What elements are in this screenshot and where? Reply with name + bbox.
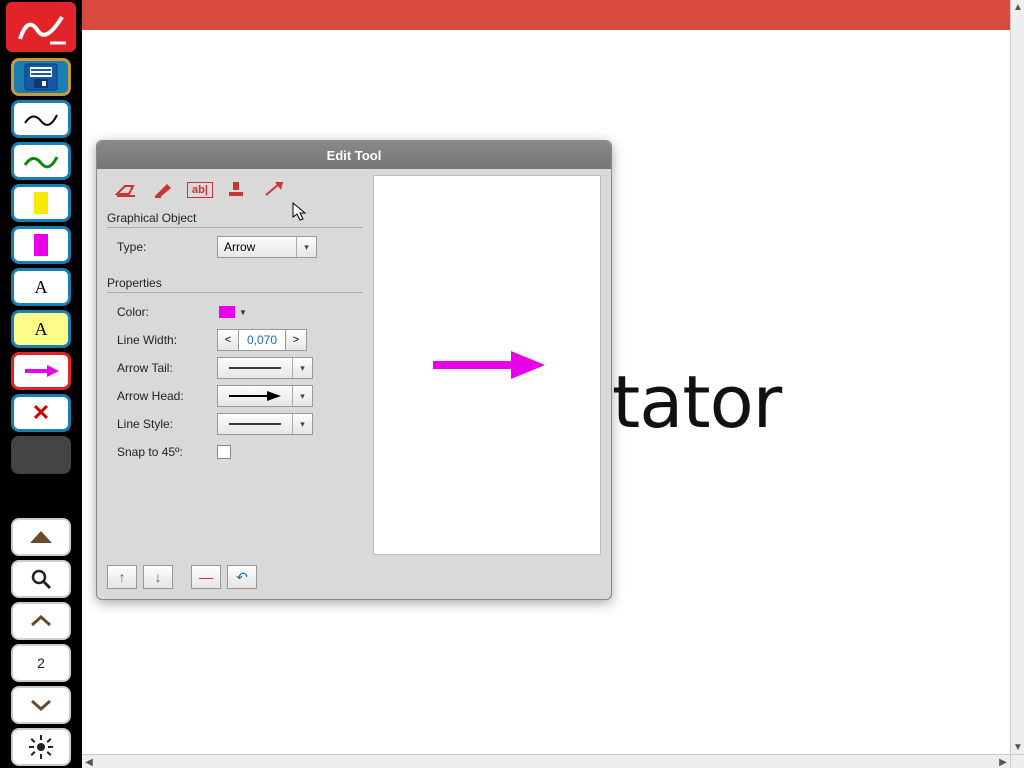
remove-button[interactable]: — [191, 565, 221, 589]
app-logo [6, 2, 76, 52]
page-number: 2 [37, 655, 45, 671]
freehand-tool[interactable] [11, 100, 71, 138]
type-label: Type: [107, 240, 217, 254]
arrow-tool[interactable] [11, 352, 71, 390]
tool-type-tabs: ab| [107, 175, 363, 209]
nav-top-button[interactable] [11, 518, 71, 556]
move-up-button[interactable]: ↑ [107, 565, 137, 589]
scroll-down-button[interactable]: ▼ [1011, 740, 1024, 754]
scroll-up-button[interactable]: ▲ [1011, 0, 1024, 14]
settings-button[interactable] [11, 728, 71, 766]
vertical-scrollbar[interactable]: ▲ ▼ [1010, 0, 1024, 754]
type-select-value: Arrow [218, 240, 296, 254]
text-highlight-tool[interactable]: A [11, 310, 71, 348]
tab-pencil[interactable] [149, 179, 179, 201]
document-header-band [82, 0, 1010, 30]
gear-icon [29, 735, 53, 759]
snap-label: Snap to 45º: [107, 445, 217, 459]
scroll-right-button[interactable]: ▶ [996, 755, 1010, 769]
line-style-solid-icon [225, 419, 285, 429]
tab-arrow[interactable] [259, 179, 289, 201]
chevron-down-icon: ▾ [296, 237, 316, 257]
nav-prev-button[interactable] [11, 602, 71, 640]
arrow-head-label: Arrow Head: [107, 389, 217, 403]
page-number-display[interactable]: 2 [11, 644, 71, 682]
color-picker[interactable]: ▼ [217, 306, 247, 318]
magnifier-icon [30, 568, 52, 590]
delete-tool[interactable]: ✕ [11, 394, 71, 432]
textbox-icon: ab| [192, 184, 208, 196]
tab-eraser[interactable] [111, 179, 141, 201]
line-style-label: Line Style: [107, 417, 217, 431]
dialog-titlebar[interactable]: Edit Tool [97, 141, 611, 169]
color-swatch [219, 306, 235, 318]
chevron-down-icon: ▾ [292, 386, 312, 406]
nav-next-button[interactable] [11, 686, 71, 724]
scroll-left-button[interactable]: ◀ [82, 755, 96, 769]
edit-tool-dialog: Edit Tool ab| Graphical Object Type: Arr… [96, 140, 612, 600]
arrow-head-filled-icon [225, 390, 285, 402]
properties-header: Properties [107, 274, 363, 293]
scroll-corner [1010, 754, 1024, 768]
chevron-down-icon: ▾ [292, 358, 312, 378]
move-down-button[interactable]: ↓ [143, 565, 173, 589]
x-icon: ✕ [32, 400, 50, 426]
arrow-tail-label: Arrow Tail: [107, 361, 217, 375]
horizontal-scrollbar[interactable]: ◀ ▶ [82, 754, 1010, 768]
save-button[interactable] [11, 58, 71, 96]
dialog-footer: ↑ ↓ — ↶ [107, 565, 257, 589]
preview-arrow-icon [427, 345, 547, 385]
document-text-fragment: tator [612, 360, 781, 444]
text-tool[interactable]: A [11, 268, 71, 306]
undo-button[interactable]: ↶ [227, 565, 257, 589]
chevron-down-icon [30, 699, 52, 711]
arrow-head-select[interactable]: ▾ [217, 385, 313, 407]
line-width-label: Line Width: [107, 333, 217, 347]
line-width-increment[interactable]: > [285, 329, 307, 351]
graphical-object-header: Graphical Object [107, 209, 363, 228]
line-width-input[interactable] [239, 329, 285, 351]
line-style-select[interactable]: ▾ [217, 413, 313, 435]
zoom-button[interactable] [11, 560, 71, 598]
highlight-yellow-tool[interactable] [11, 184, 71, 222]
triangle-up-icon [30, 531, 52, 543]
type-select[interactable]: Arrow ▾ [217, 236, 317, 258]
tool-sidebar: A A ✕ 2 [0, 0, 82, 768]
arrow-tail-select[interactable]: ▾ [217, 357, 313, 379]
dialog-title: Edit Tool [327, 148, 382, 163]
chevron-down-icon: ▾ [292, 414, 312, 434]
text-a-highlight-icon: A [35, 319, 48, 340]
arrow-tail-none-icon [225, 363, 285, 373]
tool-preview [373, 175, 601, 555]
color-label: Color: [107, 305, 217, 319]
tab-stamp[interactable] [221, 179, 251, 201]
dialog-left-pane: ab| Graphical Object Type: Arrow ▾ Prope… [107, 175, 363, 555]
line-width-spinner: < > [217, 329, 307, 351]
sidebar-spacer [11, 436, 71, 474]
text-a-icon: A [35, 277, 48, 298]
line-width-decrement[interactable]: < [217, 329, 239, 351]
snap-checkbox[interactable] [217, 445, 231, 459]
freehand-green-tool[interactable] [11, 142, 71, 180]
highlight-magenta-tool[interactable] [11, 226, 71, 264]
chevron-down-icon: ▼ [239, 308, 247, 317]
chevron-up-icon [30, 615, 52, 627]
tab-textbox[interactable]: ab| [187, 182, 213, 198]
